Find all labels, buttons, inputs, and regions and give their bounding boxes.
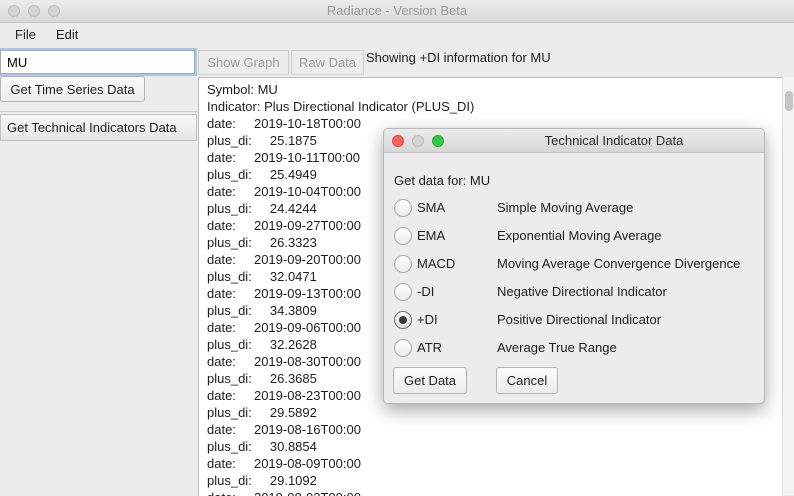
output-line: plus_di: 29.1092 <box>207 473 317 488</box>
option-code: SMA <box>417 200 446 215</box>
output-line: date: 2019-09-20T00:00 <box>207 252 361 267</box>
option-code: MACD <box>417 256 456 271</box>
indicator-option[interactable]: ATR Average True Range <box>392 338 752 360</box>
get-data-button[interactable]: Get Data <box>393 367 467 394</box>
output-scrollbar[interactable] <box>782 77 794 495</box>
output-line: date: 2019-08-30T00:00 <box>207 354 361 369</box>
output-line: plus_di: 26.3685 <box>207 371 317 386</box>
indicator-option[interactable]: MACD Moving Average Convergence Divergenc… <box>392 254 752 276</box>
output-line: plus_di: 24.4244 <box>207 201 317 216</box>
output-line: plus_di: 34.3809 <box>207 303 317 318</box>
output-line: Indicator: Plus Directional Indicator (P… <box>207 99 475 114</box>
output-line: date: 2019-09-06T00:00 <box>207 320 361 335</box>
menu-bar: File Edit <box>0 23 794 47</box>
radio-button[interactable] <box>394 227 412 245</box>
output-line: date: 2019-10-18T00:00 <box>207 116 361 131</box>
dialog-prompt: Get data for: MU <box>394 173 491 188</box>
radio-button[interactable] <box>394 199 412 217</box>
dialog-title-bar: Technical Indicator Data <box>384 129 764 153</box>
option-label: Exponential Moving Average <box>497 228 662 243</box>
option-label: Negative Directional Indicator <box>497 284 667 299</box>
output-line: plus_di: 30.8854 <box>207 439 317 454</box>
indicator-option[interactable]: EMA Exponential Moving Average <box>392 226 752 248</box>
output-line: Symbol: MU <box>207 82 278 97</box>
radio-button[interactable] <box>394 255 412 273</box>
output-line: date: 2019-08-23T00:00 <box>207 388 361 403</box>
output-line: date: 2019-08-09T00:00 <box>207 456 361 471</box>
show-graph-button[interactable]: Show Graph <box>198 50 289 75</box>
indicator-option[interactable]: -DI Negative Directional Indicator <box>392 282 752 304</box>
technical-indicator-dialog: Technical Indicator Data Get data for: M… <box>383 128 765 404</box>
option-code: +DI <box>417 312 438 327</box>
dialog-title: Technical Indicator Data <box>544 133 684 148</box>
scrollbar-thumb[interactable] <box>785 91 793 111</box>
indicator-option[interactable]: +DI Positive Directional Indicator <box>392 310 752 332</box>
output-line: plus_di: 32.0471 <box>207 269 317 284</box>
option-label: Positive Directional Indicator <box>497 312 662 327</box>
radio-button[interactable] <box>394 283 412 301</box>
option-label: Average True Range <box>497 340 617 355</box>
status-label: Showing +DI information for MU <box>366 50 551 65</box>
option-label: Moving Average Convergence Divergence <box>497 256 741 271</box>
output-line: plus_di: 25.1875 <box>207 133 317 148</box>
output-line: plus_di: 29.5892 <box>207 405 317 420</box>
option-code: EMA <box>417 228 446 243</box>
output-line: plus_di: 26.3323 <box>207 235 317 250</box>
menu-file[interactable]: File <box>15 27 36 42</box>
output-line: date: 2019-08-16T00:00 <box>207 422 361 437</box>
output-line: date: 2019-10-11T00:00 <box>207 150 360 165</box>
raw-data-button[interactable]: Raw Data <box>291 50 364 75</box>
window-title-bar: Radiance - Version Beta <box>0 0 794 23</box>
option-label: Simple Moving Average <box>497 200 634 215</box>
option-code: ATR <box>417 340 443 355</box>
output-line: date: 2019-09-27T00:00 <box>207 218 361 233</box>
output-line: plus_di: 32.2628 <box>207 337 317 352</box>
window-title: Radiance - Version Beta <box>326 3 468 18</box>
symbol-input[interactable] <box>0 50 195 74</box>
option-code: -DI <box>417 284 435 299</box>
output-line: date: 2019-09-13T00:00 <box>207 286 361 301</box>
radio-button[interactable] <box>394 311 412 329</box>
get-technical-indicators-button[interactable]: Get Technical Indicators Data <box>0 114 197 141</box>
menu-edit[interactable]: Edit <box>56 27 78 42</box>
indicator-option[interactable]: SMA Simple Moving Average <box>392 198 752 220</box>
output-line: plus_di: 25.4949 <box>207 167 317 182</box>
cancel-button[interactable]: Cancel <box>496 367 558 394</box>
radio-selected-dot <box>399 316 407 324</box>
get-time-series-button[interactable]: Get Time Series Data <box>0 76 145 102</box>
left-panel-divider <box>0 111 197 112</box>
radio-button[interactable] <box>394 339 412 357</box>
output-line: date: 2019-10-04T00:00 <box>207 184 361 199</box>
